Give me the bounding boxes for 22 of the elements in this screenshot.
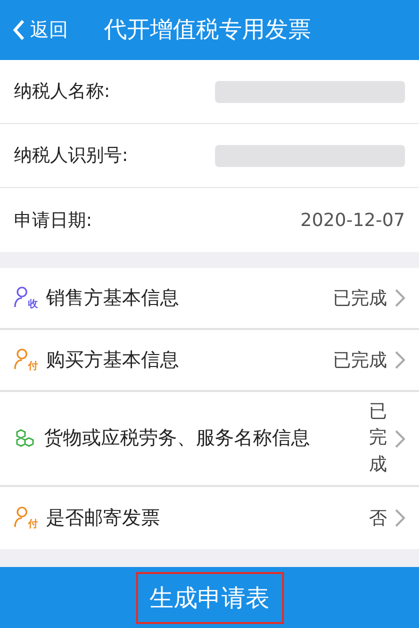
section-row[interactable]: 付 是否邮寄发票 否 (0, 487, 419, 549)
section-label: 购买方基本信息 (46, 348, 180, 373)
status-text: 否 (369, 506, 387, 530)
chevron-icon (395, 289, 405, 307)
section-label: 销售方基本信息 (46, 286, 180, 311)
status-text: 已完成 (333, 286, 387, 310)
chevron-icon (395, 509, 405, 527)
section-row[interactable]: 付 购买方基本信息 已完成 (0, 330, 419, 392)
section-row[interactable]: 收 销售方基本信息 已完成 (0, 268, 419, 330)
field-label: 申请日期: (14, 208, 92, 232)
field-label: 纳税人识别号: (14, 144, 128, 168)
section-label: 是否邮寄发票 (46, 506, 161, 531)
status-text: 已完成 (369, 400, 387, 477)
field-value: 2020-12-07 (300, 208, 405, 232)
status-text: 已完成 (333, 348, 387, 372)
section-label: 货物或应税劳务、服务名称信息 (44, 426, 311, 452)
page-title: 代开增值税专用发票 (104, 16, 311, 45)
field-label: 纳税人名称: (14, 80, 110, 104)
back-icon (12, 19, 26, 41)
chevron-icon (395, 351, 405, 369)
section-row[interactable]: 货物或应税劳务、服务名称信息 已完成 (0, 392, 419, 487)
chevron-icon (395, 430, 405, 448)
